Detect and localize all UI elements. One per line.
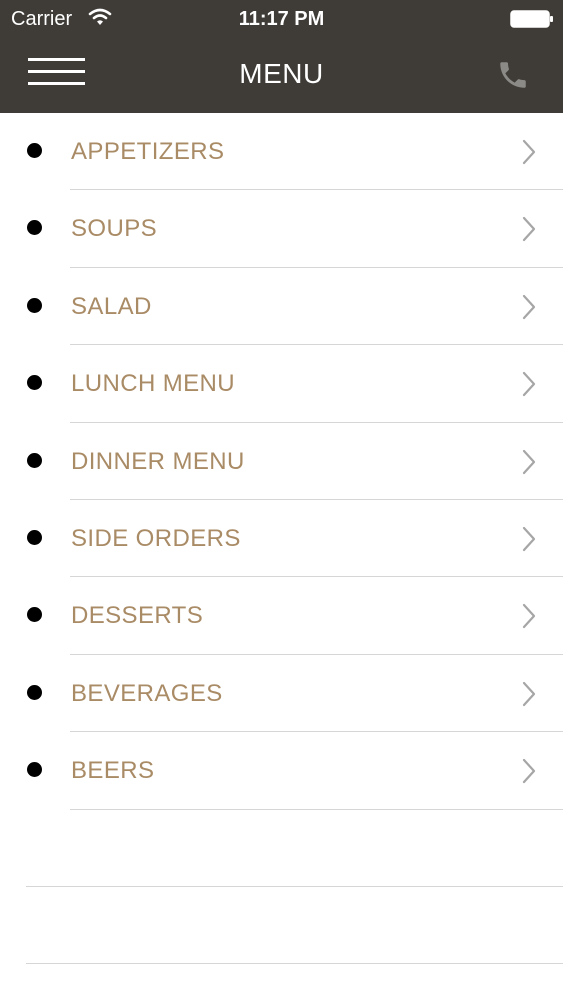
menu-item-label: APPETIZERS (71, 138, 225, 165)
menu-item-desserts[interactable]: DESSERTS (0, 577, 563, 655)
chevron-right-icon (522, 139, 536, 165)
status-time: 11:17 PM (238, 8, 325, 30)
bullet-icon (27, 452, 42, 468)
status-bar: Carrier 11:17 PM (0, 0, 563, 38)
menu-item-label: SOUPS (71, 215, 158, 243)
chevron-right-icon (522, 604, 536, 629)
menu-item-label: LUNCH MENU (71, 370, 236, 398)
bullet-icon (27, 297, 42, 313)
chevron-right-icon (522, 217, 536, 242)
chevron-right-icon (522, 449, 536, 474)
menu-item-label: SALAD (71, 292, 152, 320)
empty-row (0, 887, 563, 965)
chevron-right-icon (522, 681, 536, 706)
phone-icon (500, 62, 526, 88)
menu-item-label: DESSERTS (71, 602, 204, 630)
menu-item-side-orders[interactable]: SIDE ORDERS (0, 500, 563, 578)
empty-row (0, 810, 563, 887)
menu-list: APPETIZERS SOUPS SALAD LUNCH MENU DINNER… (0, 113, 563, 965)
top-bar: Carrier 11:17 PM MENU (0, 0, 563, 113)
chevron-right-icon (522, 759, 536, 784)
menu-item-label: SIDE ORDERS (71, 524, 241, 552)
menu-item-label: DINNER MENU (71, 447, 245, 475)
menu-item-lunch-menu[interactable]: LUNCH MENU (0, 345, 563, 423)
call-button[interactable] (496, 58, 530, 92)
bullet-icon (27, 762, 42, 778)
row-divider (26, 963, 563, 965)
page-title: MENU (239, 58, 324, 89)
menu-item-appetizers[interactable]: APPETIZERS (0, 113, 563, 191)
menu-item-salad[interactable]: SALAD (0, 268, 563, 346)
menu-item-dinner-menu[interactable]: DINNER MENU (0, 423, 563, 500)
bullet-icon (27, 220, 42, 236)
chevron-right-icon (522, 294, 536, 319)
chevron-right-icon (522, 372, 536, 397)
battery-icon (510, 10, 554, 33)
bullet-icon (27, 375, 42, 391)
menu-screen: Carrier 11:17 PM MENU APPETIZERS SOUPS S… (0, 0, 563, 1000)
menu-item-beers[interactable]: BEERS (0, 732, 563, 810)
bullet-icon (27, 529, 42, 545)
chevron-right-icon (522, 526, 536, 552)
bullet-icon (27, 143, 42, 158)
menu-item-soups[interactable]: SOUPS (0, 190, 563, 268)
bullet-icon (27, 607, 42, 623)
menu-item-label: BEERS (71, 757, 155, 785)
bullet-icon (27, 684, 42, 700)
menu-item-beverages[interactable]: BEVERAGES (0, 655, 563, 733)
menu-item-label: BEVERAGES (71, 679, 223, 707)
